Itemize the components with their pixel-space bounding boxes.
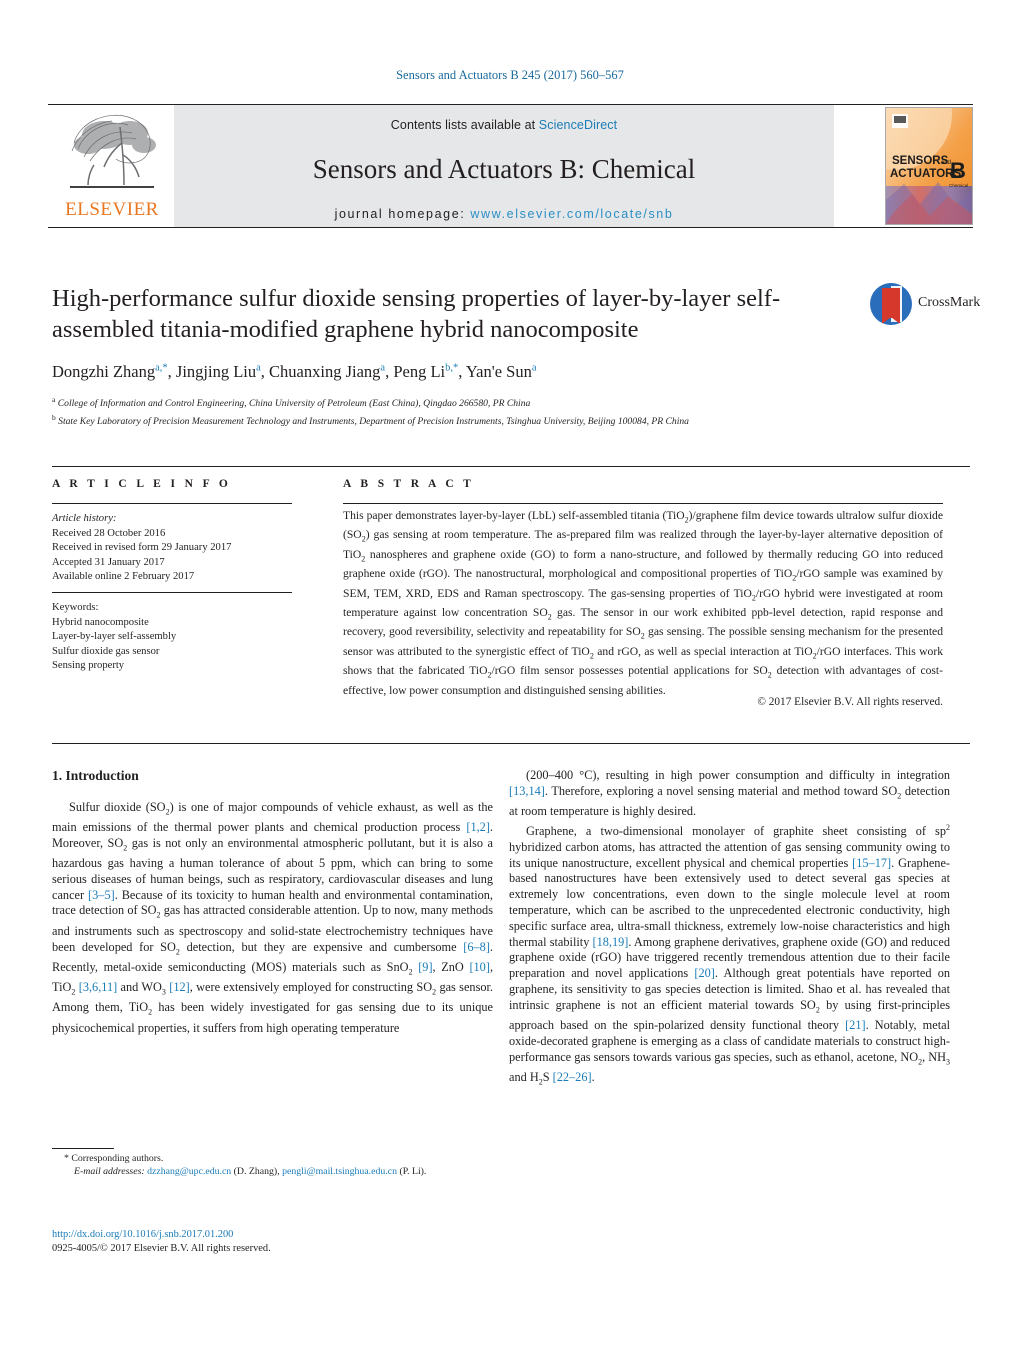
- affiliation-b-text: State Key Laboratory of Precision Measur…: [58, 415, 689, 427]
- keyword-item: Sensing property: [52, 660, 125, 672]
- email-addresses-line: E-mail addresses: dzzhang@upc.edu.cn (D.…: [52, 1165, 493, 1178]
- keywords-block: Keywords: Hybrid nanocomposite Layer-by-…: [52, 601, 292, 674]
- journal-cover-art: SENSORS and ACTUATORS B Chemical: [886, 108, 972, 224]
- affiliation-b: b State Key Laboratory of Precision Meas…: [52, 412, 689, 427]
- abstract-copyright: © 2017 Elsevier B.V. All rights reserved…: [757, 696, 943, 708]
- svg-text:B: B: [950, 158, 966, 183]
- masthead-center-panel: Contents lists available at ScienceDirec…: [174, 105, 834, 227]
- history-item: Received in revised form 29 January 2017: [52, 542, 232, 554]
- issn-copyright-line: 0925-4005/© 2017 Elsevier B.V. All right…: [52, 1243, 271, 1254]
- history-item: Available online 2 February 2017: [52, 571, 195, 583]
- journal-title: Sensors and Actuators B: Chemical: [312, 154, 696, 184]
- article-info-heading: A R T I C L E I N F O: [52, 478, 232, 490]
- email-link-2[interactable]: pengli@mail.tsinghua.edu.cn: [282, 1166, 397, 1177]
- journal-homepage-link[interactable]: www.elsevier.com/locate/snb: [470, 207, 673, 221]
- footnote-rule: [52, 1148, 114, 1149]
- section-heading-introduction: 1. Introduction: [52, 768, 139, 783]
- history-item: Accepted 31 January 2017: [52, 556, 165, 568]
- divider-abstract: [343, 503, 943, 504]
- journal-homepage-line: journal homepage: www.elsevier.com/locat…: [174, 207, 834, 221]
- abstract-heading: A B S T R A C T: [343, 478, 475, 490]
- affiliations: a College of Information and Control Eng…: [52, 393, 842, 428]
- body-column-right: (200–400 °C), resulting in high power co…: [509, 768, 950, 1090]
- abstract-text: This paper demonstrates layer-by-layer (…: [343, 509, 944, 697]
- sciencedirect-link[interactable]: ScienceDirect: [539, 118, 617, 132]
- paragraph: (200–400 °C), resulting in high power co…: [509, 768, 950, 819]
- elsevier-tree-svg: [70, 114, 156, 188]
- email-link-1[interactable]: dzzhang@upc.edu.cn: [147, 1166, 231, 1177]
- journal-masthead: ELSEVIER Contents lists available at Sci…: [48, 104, 973, 228]
- contents-prefix: Contents lists available at: [390, 118, 539, 132]
- keyword-item: Sulfur dioxide gas sensor: [52, 645, 160, 657]
- article-history-label: Article history:: [52, 513, 117, 524]
- doi-link[interactable]: http://dx.doi.org/10.1016/j.snb.2017.01.…: [52, 1228, 493, 1242]
- email-owner-1: (D. Zhang),: [233, 1166, 280, 1178]
- paragraph: Graphene, a two-dimensional monolayer of…: [509, 822, 951, 1087]
- title-block: High-performance sulfur dioxide sensing …: [52, 283, 842, 428]
- email-addresses-label: E-mail addresses:: [74, 1166, 145, 1178]
- paragraph: Sulfur dioxide (SO2) is one of major com…: [52, 799, 494, 1035]
- doi-block: http://dx.doi.org/10.1016/j.snb.2017.01.…: [52, 1228, 493, 1256]
- divider-info: [52, 503, 292, 504]
- body-column-left: 1. Introduction Sulfur dioxide (SO2) is …: [52, 768, 493, 1036]
- elsevier-logo: ELSEVIER: [52, 107, 170, 225]
- footnote-block: * Corresponding authors. E-mail addresse…: [52, 1152, 493, 1178]
- divider-above-body: [52, 743, 970, 744]
- affiliation-a: a College of Information and Control Eng…: [52, 395, 531, 410]
- crossmark-bookmark: [882, 288, 900, 324]
- affiliation-a-text: College of Information and Control Engin…: [57, 398, 531, 410]
- keyword-item: Hybrid nanocomposite: [52, 616, 149, 628]
- crossmark-icon: [870, 283, 912, 325]
- keyword-item: Layer-by-layer self-assembly: [52, 631, 177, 643]
- corresponding-author-note: * Corresponding authors.: [64, 1153, 164, 1164]
- elsevier-wordmark: ELSEVIER: [65, 199, 159, 220]
- svg-text:Chemical: Chemical: [949, 183, 968, 188]
- keywords-label: Keywords:: [52, 602, 99, 613]
- history-item: Received 28 October 2016: [52, 527, 166, 539]
- article-page: Sensors and Actuators B 245 (2017) 560–5…: [0, 0, 1020, 1351]
- article-title: High-performance sulfur dioxide sensing …: [52, 285, 781, 343]
- journal-cover-thumbnail: SENSORS and ACTUATORS B Chemical: [885, 107, 973, 225]
- author-list: Dongzhi Zhanga,*, Jingjing Liua, Chuanxi…: [52, 362, 537, 381]
- contents-available-line: Contents lists available at ScienceDirec…: [174, 118, 834, 132]
- article-history: Article history: Received 28 October 201…: [52, 512, 292, 585]
- email-owner-2: (P. Li).: [399, 1166, 427, 1178]
- crossmark-badge[interactable]: CrossMark: [870, 283, 980, 329]
- homepage-prefix: journal homepage:: [334, 207, 471, 221]
- elsevier-tree-icon: [64, 109, 160, 197]
- divider-above-info: [52, 466, 970, 467]
- running-head: Sensors and Actuators B 245 (2017) 560–5…: [396, 68, 624, 82]
- crossmark-label: CrossMark: [918, 295, 981, 310]
- divider-keywords: [52, 592, 292, 593]
